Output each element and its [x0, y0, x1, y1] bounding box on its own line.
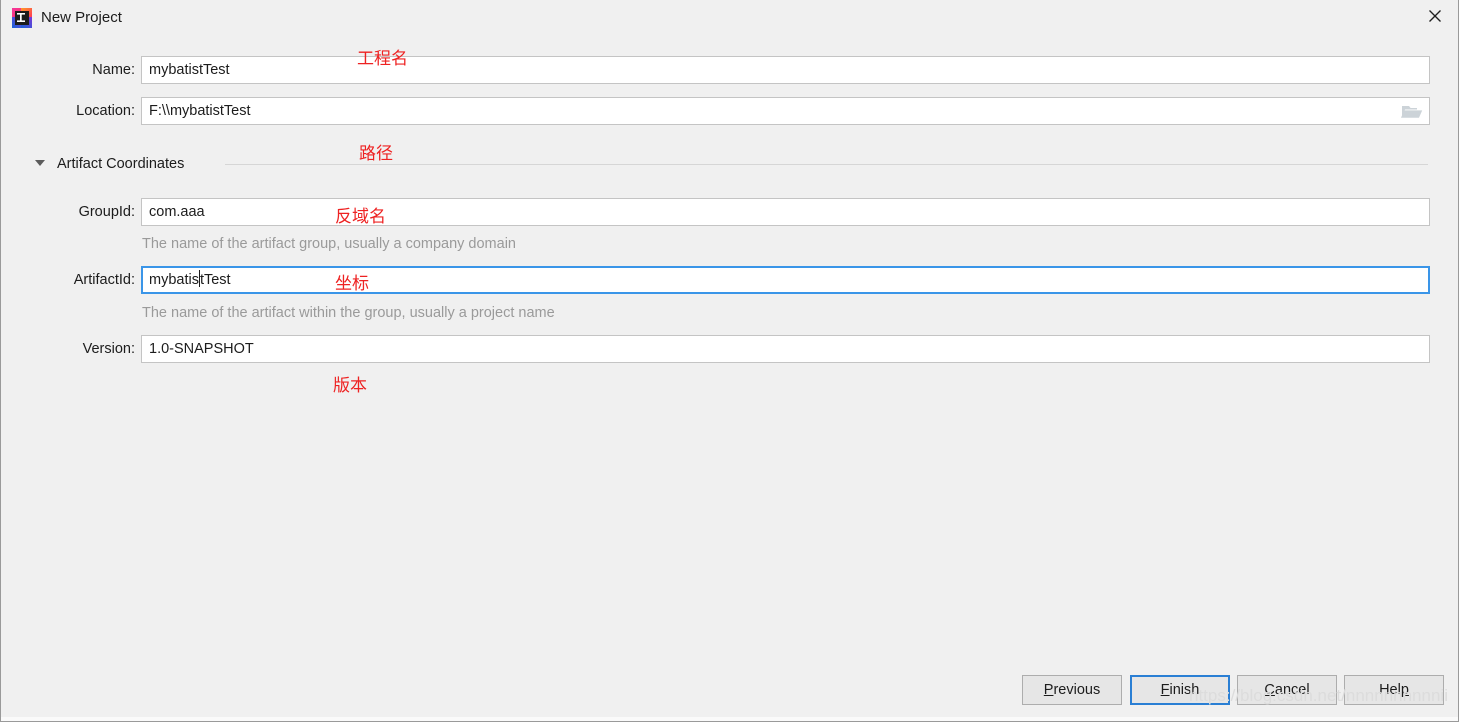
previous-button-label: Previous	[1043, 682, 1101, 698]
version-input-value: 1.0-SNAPSHOT	[149, 341, 254, 357]
groupid-input-value: com.aaa	[149, 204, 205, 220]
folder-icon[interactable]	[1399, 102, 1425, 120]
section-divider	[225, 164, 1428, 165]
new-project-dialog: New Project Name: mybatistTest Location:…	[0, 0, 1459, 722]
groupid-hint: The name of the artifact group, usually …	[142, 236, 516, 252]
location-label: Location:	[76, 103, 135, 119]
name-label: Name:	[92, 62, 135, 78]
version-label: Version:	[82, 341, 135, 357]
annotation-version: 版本	[333, 376, 367, 396]
finish-button-label: Finish	[1160, 682, 1200, 698]
previous-button[interactable]: Previous	[1022, 675, 1122, 705]
name-input[interactable]: mybatistTest	[141, 56, 1430, 84]
groupid-label: GroupId:	[78, 204, 135, 220]
annotation-coordinates: 坐标	[335, 274, 369, 294]
background-peek	[1, 717, 1458, 721]
cancel-button[interactable]: Cancel	[1237, 675, 1337, 705]
artifactid-input-value: mybatistTest	[149, 267, 231, 293]
artifactid-value-before-caret: mybatis	[149, 272, 199, 288]
chevron-down-icon[interactable]	[35, 160, 45, 166]
intellij-idea-icon	[11, 7, 33, 29]
title-bar: New Project	[1, 0, 1458, 36]
cancel-button-label: Cancel	[1264, 682, 1310, 698]
artifact-coordinates-label: Artifact Coordinates	[57, 156, 185, 172]
artifactid-hint: The name of the artifact within the grou…	[142, 305, 555, 321]
name-input-value: mybatistTest	[149, 62, 230, 78]
artifact-coordinates-section-header[interactable]: Artifact Coordinates	[35, 152, 1428, 176]
help-button-label: Help	[1379, 682, 1409, 698]
help-button[interactable]: Help	[1344, 675, 1444, 705]
finish-button[interactable]: Finish	[1130, 675, 1230, 705]
dialog-button-bar: Previous Finish Cancel Help	[1, 675, 1458, 709]
artifactid-label: ArtifactId:	[73, 272, 135, 288]
annotation-path: 路径	[359, 144, 393, 164]
version-input[interactable]: 1.0-SNAPSHOT	[141, 335, 1430, 363]
location-input[interactable]: F:\\mybatistTest	[141, 97, 1430, 125]
window-title: New Project	[41, 9, 122, 26]
close-icon[interactable]	[1412, 0, 1458, 32]
location-input-value: F:\\mybatistTest	[149, 103, 251, 119]
annotation-reverse-domain: 反域名	[335, 207, 386, 227]
annotation-project-name: 工程名	[357, 49, 408, 69]
artifactid-value-after-caret: tTest	[199, 272, 231, 288]
